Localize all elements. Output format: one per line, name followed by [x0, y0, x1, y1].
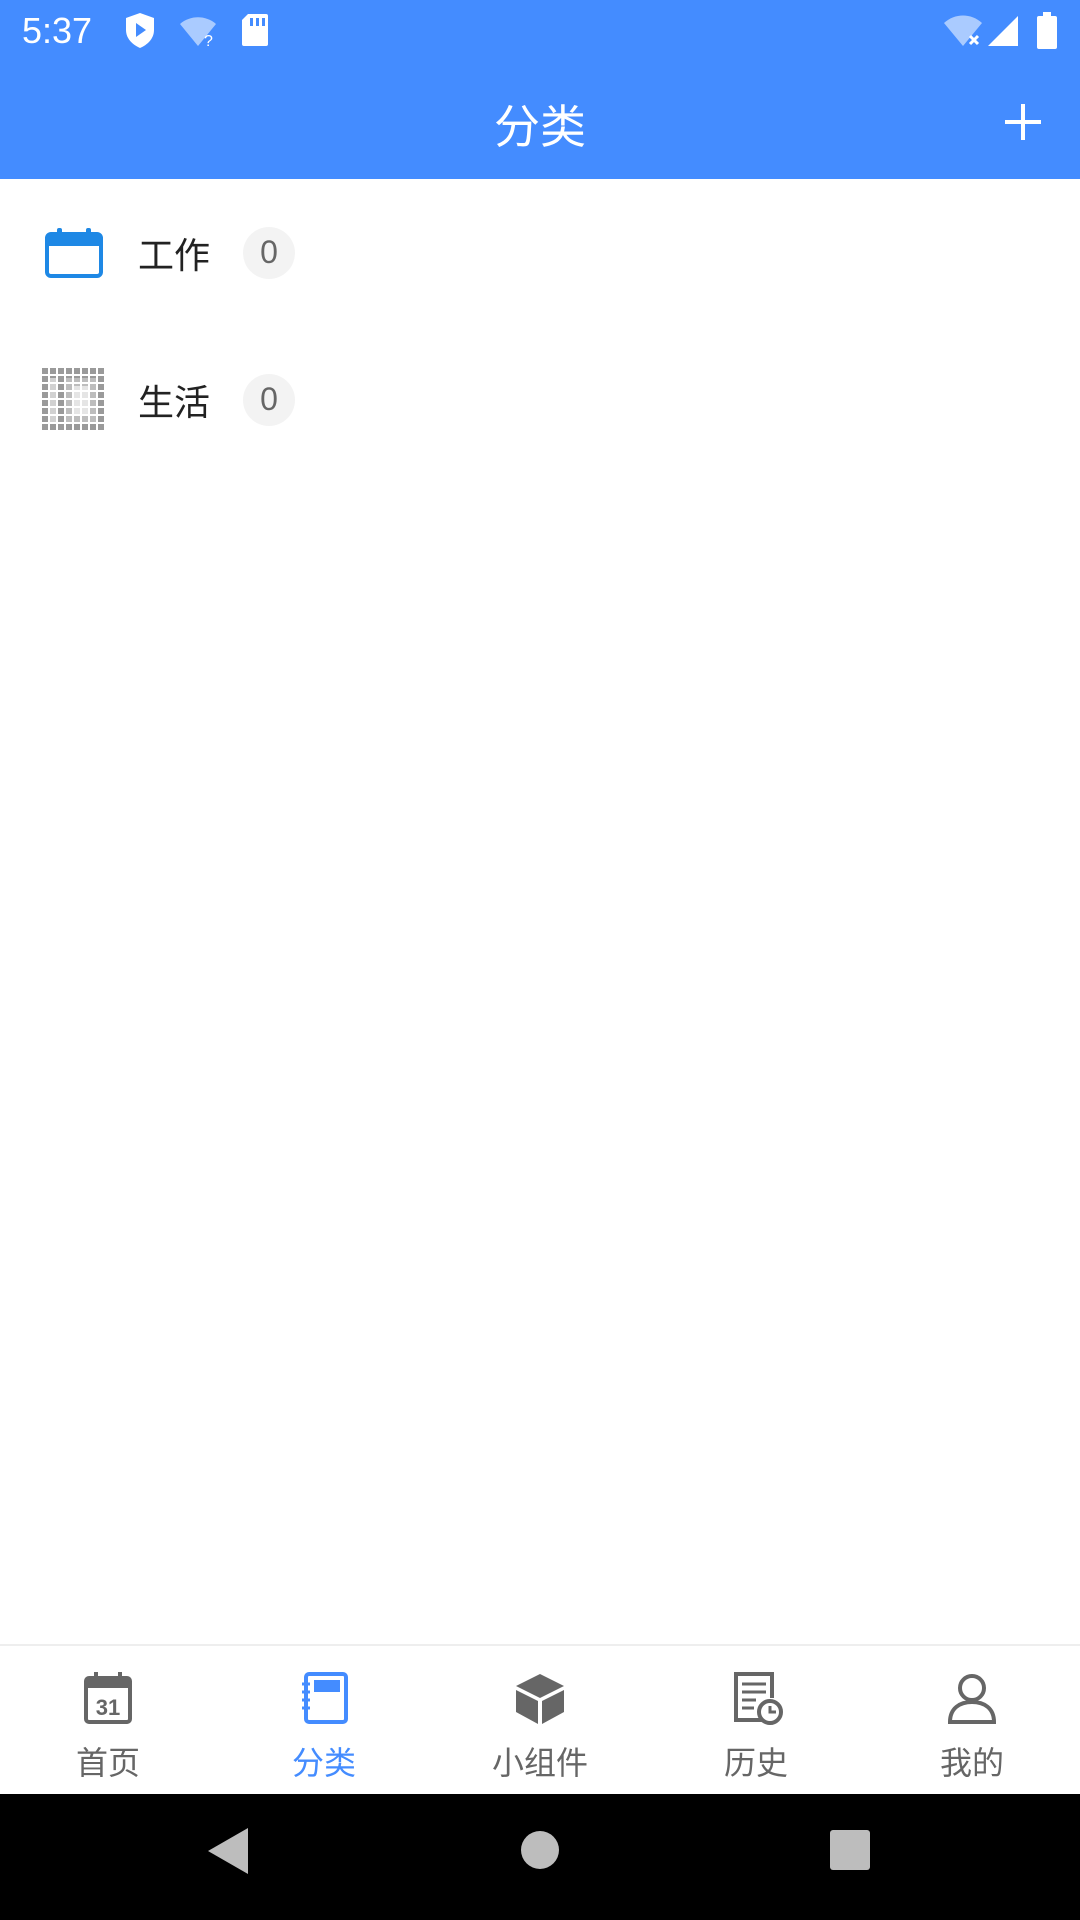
- notebook-icon: [302, 1672, 348, 1724]
- shield-play-icon: [126, 13, 154, 48]
- person-icon: [947, 1674, 997, 1724]
- nav-label: 历史: [723, 1744, 788, 1782]
- nav-mine[interactable]: 我的: [864, 1646, 1080, 1796]
- category-label: 生活: [138, 382, 211, 424]
- nav-category[interactable]: 分类: [216, 1646, 432, 1796]
- category-count-badge: 0: [243, 373, 295, 426]
- nav-widgets[interactable]: 小组件: [432, 1646, 648, 1796]
- home-icon[interactable]: [520, 1830, 560, 1870]
- bottom-nav: 31 首页 分类 小组件 历史 我的: [0, 1644, 1080, 1796]
- status-time: 5:37: [22, 10, 93, 51]
- nav-label: 小组件: [491, 1744, 588, 1782]
- category-item-life[interactable]: 生活 0: [0, 326, 1080, 473]
- back-icon[interactable]: [204, 1826, 250, 1876]
- battery-icon: [1037, 12, 1057, 49]
- svg-text:?: ?: [204, 33, 213, 48]
- wifi-off-icon: [944, 15, 982, 46]
- add-category-button[interactable]: [990, 89, 1056, 155]
- nav-label: 首页: [75, 1744, 140, 1782]
- nav-label: 分类: [291, 1744, 356, 1782]
- plus-icon: [1005, 104, 1041, 140]
- category-item-work[interactable]: 工作 0: [0, 179, 1080, 326]
- sd-card-icon: [242, 14, 268, 46]
- history-doc-icon: [734, 1672, 783, 1725]
- nav-home[interactable]: 31 首页: [0, 1646, 216, 1796]
- category-list: 工作 0 生活 0: [0, 179, 1080, 473]
- page-title: 分类: [494, 100, 586, 154]
- category-label: 工作: [138, 235, 211, 277]
- svg-text:31: 31: [96, 1695, 120, 1720]
- calendar-icon: [40, 219, 108, 287]
- app-bar: 分类: [0, 63, 1080, 179]
- nav-label: 我的: [939, 1744, 1004, 1782]
- recents-icon[interactable]: [830, 1830, 870, 1870]
- wifi-question-icon: ?: [180, 17, 216, 48]
- calendar-31-icon: 31: [84, 1672, 132, 1724]
- cell-signal-icon: [988, 16, 1018, 46]
- nav-history[interactable]: 历史: [648, 1646, 864, 1796]
- category-count-badge: 0: [243, 226, 295, 279]
- grid-pattern-icon: [42, 367, 106, 432]
- status-bar: 5:37 ?: [0, 0, 1080, 63]
- system-nav-bar: [0, 1794, 1080, 1920]
- cube-icon: [516, 1674, 564, 1724]
